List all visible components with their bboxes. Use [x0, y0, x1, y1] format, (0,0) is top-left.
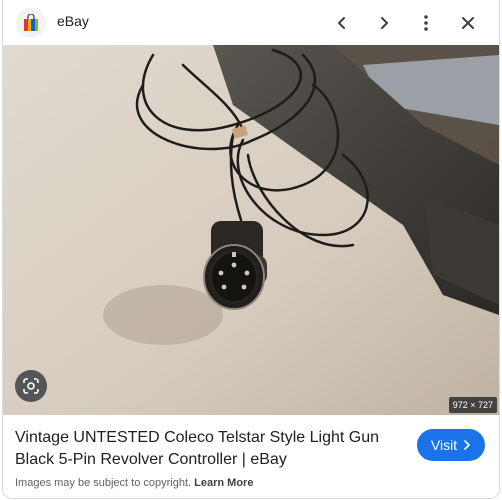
previous-button[interactable]	[327, 8, 357, 38]
ebay-bag-icon	[24, 14, 38, 31]
result-title[interactable]: Vintage UNTESTED Coleco Telstar Style Li…	[15, 427, 411, 471]
chevron-right-icon	[381, 17, 388, 29]
product-photo	[3, 45, 499, 415]
visit-label: Visit	[430, 437, 458, 453]
site-favicon	[16, 8, 46, 38]
copyright-notice: Images may be subject to copyright. Lear…	[15, 477, 253, 489]
close-icon	[462, 17, 474, 29]
chevron-left-icon	[338, 17, 345, 29]
visit-button[interactable]: Visit	[417, 429, 485, 461]
next-button[interactable]	[369, 8, 399, 38]
preview-header: eBay	[3, 0, 499, 45]
more-vert-icon	[424, 15, 428, 31]
learn-more-link[interactable]: Learn More	[194, 477, 253, 489]
google-lens-icon	[23, 378, 39, 394]
preview-image[interactable]: 972 × 727	[3, 45, 499, 415]
image-dimensions: 972 × 727	[448, 397, 497, 413]
close-button[interactable]	[453, 8, 483, 38]
image-preview-panel: eBay 972 × 727 Vintage UNTESTED Coleco T…	[2, 0, 500, 499]
chevron-right-icon	[464, 440, 470, 450]
site-name[interactable]: eBay	[57, 13, 89, 29]
copyright-text: Images may be subject to copyright.	[15, 477, 192, 489]
more-options-button[interactable]	[411, 8, 441, 38]
google-lens-button[interactable]	[15, 370, 47, 402]
